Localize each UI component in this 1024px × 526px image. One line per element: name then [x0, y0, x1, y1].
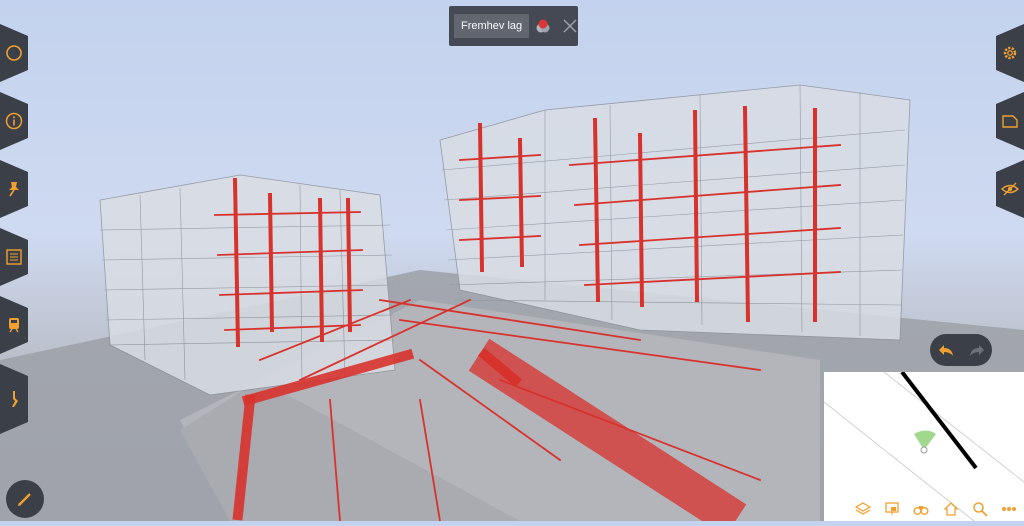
home-icon[interactable] [943, 501, 959, 517]
layer-color-icon[interactable] [535, 18, 551, 34]
search-icon[interactable] [972, 501, 988, 517]
redo-icon[interactable] [968, 341, 986, 359]
undo-redo-control [930, 334, 992, 366]
measure-button[interactable] [0, 364, 28, 434]
highlight-layer-toolbar: Fremhev lag [449, 6, 578, 46]
binoculars-icon[interactable] [913, 501, 929, 517]
list-icon [5, 248, 23, 266]
train-icon [5, 316, 23, 334]
minimap-toolbar [848, 497, 1024, 521]
info-icon [5, 112, 23, 130]
folder-icon [1001, 112, 1019, 130]
pen-icon [18, 493, 31, 506]
measure-icon [5, 390, 23, 408]
layers-icon[interactable] [854, 501, 871, 517]
highlight-layer-button[interactable]: Fremhev lag [454, 14, 530, 38]
eye-icon [1001, 180, 1019, 198]
more-icon[interactable] [1001, 501, 1017, 517]
pin-icon [5, 180, 23, 198]
draw-tool-button[interactable] [6, 480, 44, 518]
gear-icon [1001, 44, 1019, 62]
circle-icon [5, 44, 23, 62]
close-icon[interactable] [563, 19, 577, 33]
undo-icon[interactable] [937, 341, 955, 359]
screen-icon[interactable] [884, 501, 900, 517]
